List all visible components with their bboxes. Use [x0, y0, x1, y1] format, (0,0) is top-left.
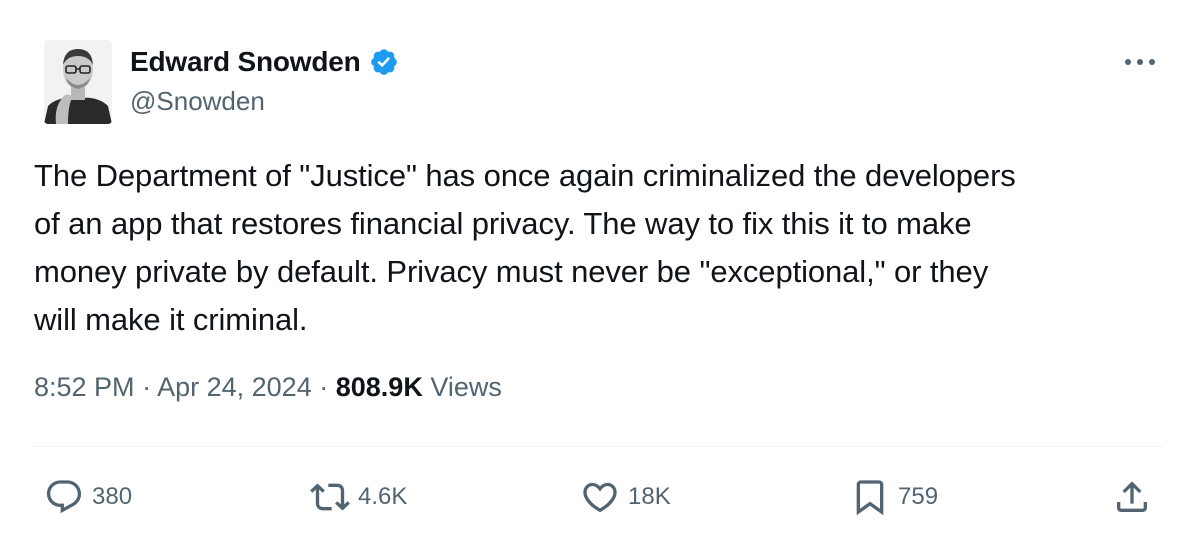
like-button[interactable]: 18K — [580, 472, 671, 522]
tweet-meta: 8:52 PM · Apr 24, 2024 · 808.9K Views — [34, 372, 502, 403]
divider — [34, 446, 1164, 447]
more-horizontal-icon — [1125, 59, 1155, 65]
repost-icon — [310, 483, 350, 511]
action-bar: 380 4.6K 18K 759 — [0, 472, 1194, 522]
views-label: Views — [430, 372, 502, 402]
meta-separator: · — [319, 372, 329, 402]
avatar-image — [44, 40, 112, 124]
heart-icon — [583, 482, 617, 513]
views-count[interactable]: 808.9K — [336, 372, 423, 402]
tweet-date[interactable]: Apr 24, 2024 — [157, 372, 312, 402]
author-handle[interactable]: @Snowden — [130, 86, 265, 117]
share-icon — [1117, 481, 1147, 512]
like-count: 18K — [628, 483, 671, 510]
tweet-text: The Department of "Justice" has once aga… — [34, 158, 1016, 337]
tweet-card: Edward Snowden @Snowden The Department o… — [0, 0, 1194, 540]
avatar[interactable] — [44, 40, 112, 124]
tweet-time[interactable]: 8:52 PM — [34, 372, 135, 402]
reply-count: 380 — [92, 483, 133, 510]
more-options-button[interactable] — [1120, 50, 1160, 74]
bookmark-count: 759 — [898, 483, 939, 510]
share-button[interactable] — [1112, 472, 1152, 522]
bookmark-icon — [856, 480, 884, 516]
meta-separator: · — [142, 372, 152, 402]
verified-badge-icon[interactable] — [369, 47, 399, 77]
repost-button[interactable]: 4.6K — [310, 472, 407, 522]
author-display-name[interactable]: Edward Snowden — [130, 46, 361, 78]
repost-count: 4.6K — [358, 483, 408, 510]
reply-icon — [46, 480, 82, 514]
author-name-row: Edward Snowden — [130, 44, 399, 80]
bookmark-button[interactable]: 759 — [850, 472, 938, 522]
reply-button[interactable]: 380 — [44, 472, 132, 522]
